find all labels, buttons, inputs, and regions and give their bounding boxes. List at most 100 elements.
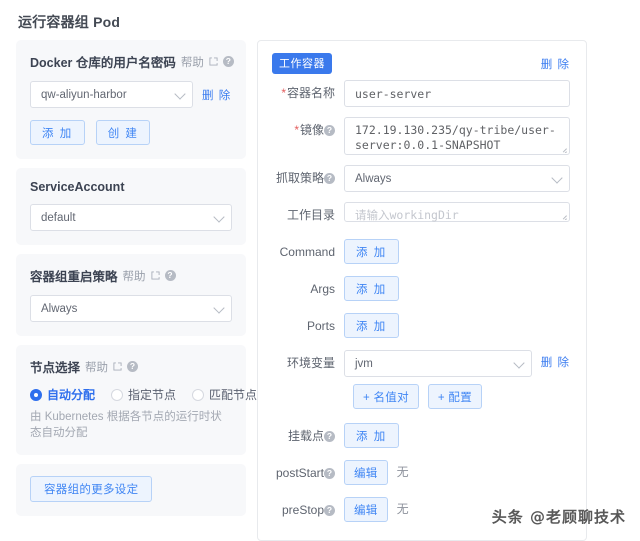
chevron-down-icon bbox=[513, 356, 525, 369]
chevron-down-icon bbox=[213, 301, 225, 314]
post-start-label-text: postStart bbox=[275, 466, 324, 480]
form-columns: Docker 仓库的用户名密码 帮助 ? qw-aliyun-harbor 删 … bbox=[16, 40, 624, 541]
chevron-down-icon bbox=[213, 210, 225, 223]
radio-dot-icon bbox=[30, 388, 42, 401]
help-question-icon[interactable]: ? bbox=[324, 468, 335, 480]
docker-registry-title: Docker 仓库的用户名密码 bbox=[30, 56, 176, 70]
args-add-button[interactable]: 添 加 bbox=[344, 276, 399, 301]
node-selection-help-link[interactable]: 帮助 bbox=[85, 359, 108, 375]
mounts-label: 挂载点? bbox=[272, 423, 344, 450]
container-name-input[interactable]: user-server bbox=[344, 80, 570, 107]
radio-auto-assign-label: 自动分配 bbox=[47, 388, 96, 402]
env-sub-actions: + 名值对 + 配置 bbox=[353, 384, 570, 409]
required-marker: * bbox=[281, 86, 286, 100]
env-add-config-button[interactable]: + 配置 bbox=[427, 384, 483, 409]
help-question-icon[interactable]: ? bbox=[324, 431, 335, 443]
env-add-pair-button[interactable]: + 名值对 bbox=[353, 384, 419, 409]
docker-registry-select-value: qw-aliyun-harbor bbox=[41, 88, 127, 101]
service-account-select-value: default bbox=[41, 211, 76, 224]
help-question-icon[interactable]: ? bbox=[127, 361, 139, 372]
container-name-label: *容器名称 bbox=[272, 80, 344, 107]
radio-dot-icon bbox=[192, 388, 205, 401]
external-link-icon[interactable] bbox=[150, 271, 160, 280]
radio-match-node[interactable]: 匹配节点 bbox=[192, 386, 257, 403]
external-link-icon[interactable] bbox=[209, 57, 218, 66]
env-select[interactable]: jvm bbox=[344, 350, 532, 377]
external-link-icon[interactable] bbox=[113, 362, 122, 371]
mounts-label-text: 挂载点 bbox=[287, 429, 324, 443]
docker-registry-add-button[interactable]: 添 加 bbox=[30, 120, 85, 145]
post-start-edit-button[interactable]: 编辑 bbox=[344, 460, 388, 485]
container-card: 工作容器 删 除 *容器名称 user-server *镜像? 172.19.1… bbox=[257, 40, 587, 541]
service-account-select[interactable]: default bbox=[30, 204, 232, 231]
env-select-value: jvm bbox=[355, 357, 373, 370]
node-selection-card: 节点选择 帮助 ? 自动分配 指定节点 匹配节点 由 Kubernetes 根据… bbox=[16, 345, 257, 455]
image-value: 172.19.130.235/qy-tribe/user-server:0.0.… bbox=[355, 123, 556, 152]
docker-registry-select-row: qw-aliyun-harbor 删 除 bbox=[30, 81, 232, 108]
help-question-icon[interactable]: ? bbox=[222, 56, 234, 67]
docker-registry-header: Docker 仓库的用户名密码 帮助 ? bbox=[30, 52, 234, 71]
radio-dot-icon bbox=[111, 388, 124, 401]
node-selection-header: 节点选择 帮助 ? bbox=[30, 357, 232, 376]
command-add-button[interactable]: 添 加 bbox=[344, 239, 399, 264]
resize-grip-icon[interactable] bbox=[559, 212, 567, 220]
working-dir-placeholder: 请输入workingDir bbox=[355, 208, 459, 222]
work-container-badge: 工作容器 bbox=[272, 53, 332, 74]
pod-create-page: 运行容器组 Pod Docker 仓库的用户名密码 帮助 ? qw-aliyun… bbox=[0, 0, 640, 541]
restart-policy-card: 容器组重启策略 帮助 ? Always bbox=[16, 254, 246, 336]
pull-policy-label-text: 抓取策略 bbox=[275, 171, 324, 185]
command-control: 添 加 bbox=[344, 239, 570, 264]
command-label: Command bbox=[279, 245, 335, 259]
radio-specify-node[interactable]: 指定节点 bbox=[111, 386, 176, 403]
pull-policy-select[interactable]: Always bbox=[344, 165, 570, 192]
restart-policy-title: 容器组重启策略 bbox=[30, 270, 118, 284]
field-command: Command 添 加 bbox=[272, 239, 570, 266]
resize-grip-icon[interactable] bbox=[559, 145, 567, 153]
docker-registry-help-link[interactable]: 帮助 bbox=[181, 54, 204, 70]
env-delete-link[interactable]: 删 除 bbox=[541, 350, 570, 377]
restart-policy-help-link[interactable]: 帮助 bbox=[123, 268, 146, 284]
page-title: 运行容器组 Pod bbox=[18, 14, 121, 30]
working-dir-label: 工作目录 bbox=[286, 208, 335, 222]
service-account-card: ServiceAccount default bbox=[16, 168, 246, 245]
pre-stop-edit-button[interactable]: 编辑 bbox=[344, 497, 388, 522]
field-post-start: postStart? 编辑 无 bbox=[272, 460, 570, 487]
working-dir-textarea[interactable]: 请输入workingDir bbox=[344, 202, 570, 222]
env-label: 环境变量 bbox=[286, 356, 335, 370]
pre-stop-label-text: preStop bbox=[281, 503, 324, 517]
post-start-label: postStart? bbox=[272, 460, 344, 487]
image-control: 172.19.130.235/qy-tribe/user-server:0.0.… bbox=[344, 117, 570, 155]
post-start-value: 无 bbox=[396, 465, 409, 479]
watermark: 头条 @老顾聊技术 bbox=[491, 508, 626, 526]
container-name-label-text: 容器名称 bbox=[286, 86, 335, 100]
chevron-down-icon bbox=[174, 87, 186, 100]
mounts-control: 添 加 bbox=[344, 423, 570, 448]
field-args: Args 添 加 bbox=[272, 276, 570, 303]
help-question-icon[interactable]: ? bbox=[324, 505, 335, 517]
pod-more-settings-button[interactable]: 容器组的更多设定 bbox=[30, 476, 153, 502]
docker-registry-actions: 添 加 创 建 bbox=[30, 120, 232, 145]
help-question-icon[interactable]: ? bbox=[324, 173, 335, 185]
ports-label: Ports bbox=[306, 319, 335, 333]
docker-registry-delete-link[interactable]: 删 除 bbox=[202, 87, 231, 103]
restart-policy-select-value: Always bbox=[41, 302, 78, 315]
help-question-icon[interactable]: ? bbox=[164, 270, 176, 281]
mounts-add-button[interactable]: 添 加 bbox=[344, 423, 399, 448]
image-textarea[interactable]: 172.19.130.235/qy-tribe/user-server:0.0.… bbox=[344, 117, 570, 155]
radio-match-node-label: 匹配节点 bbox=[209, 388, 258, 402]
pull-policy-label: 抓取策略? bbox=[272, 165, 344, 192]
ports-add-button[interactable]: 添 加 bbox=[344, 313, 399, 338]
post-start-control: 编辑 无 bbox=[344, 460, 570, 485]
field-env: 环境变量 jvm 删 除 bbox=[272, 350, 570, 377]
docker-registry-select[interactable]: qw-aliyun-harbor bbox=[30, 81, 193, 108]
restart-policy-header: 容器组重启策略 帮助 ? bbox=[30, 266, 232, 285]
docker-registry-create-button[interactable]: 创 建 bbox=[95, 120, 151, 145]
working-dir-control: 请输入workingDir bbox=[344, 202, 570, 222]
pull-policy-control: Always bbox=[344, 165, 570, 192]
radio-auto-assign[interactable]: 自动分配 bbox=[30, 386, 95, 403]
restart-policy-select[interactable]: Always bbox=[30, 295, 232, 322]
help-question-icon[interactable]: ? bbox=[324, 125, 335, 137]
ports-control: 添 加 bbox=[344, 313, 570, 338]
field-pull-policy: 抓取策略? Always bbox=[272, 165, 570, 192]
container-delete-link[interactable]: 删 除 bbox=[541, 56, 570, 72]
